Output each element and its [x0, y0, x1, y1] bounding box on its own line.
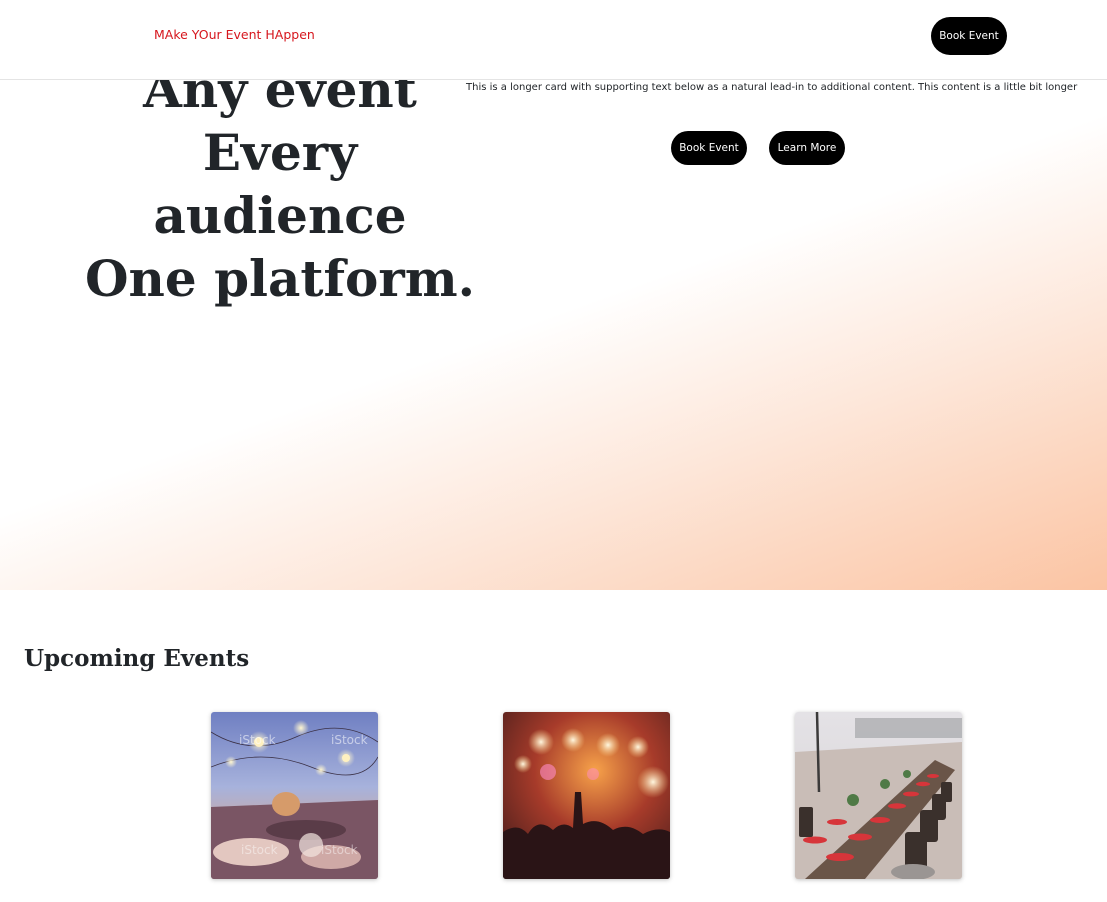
hero-section: Any event Every audience One platform. T…	[0, 0, 1107, 590]
event-card-outdoor-party[interactable]: iStock iStock iStock iStock	[211, 712, 378, 879]
svg-text:iStock: iStock	[331, 733, 368, 747]
hero-book-event-button[interactable]: Book Event	[671, 131, 747, 165]
event-card-beach-banquet[interactable]	[795, 712, 962, 879]
outdoor-party-photo: iStock iStock iStock iStock	[211, 712, 378, 879]
concert-photo	[503, 712, 670, 879]
svg-text:iStock: iStock	[321, 843, 358, 857]
hero-headline: Any event Every audience One platform.	[80, 58, 480, 310]
hero-learn-more-button[interactable]: Learn More	[769, 131, 845, 165]
brand-link[interactable]: MAke YOur Event HAppen	[154, 27, 315, 42]
svg-text:iStock: iStock	[241, 843, 278, 857]
headline-line: Every	[202, 123, 358, 182]
upcoming-events-heading: Upcoming Events	[24, 645, 250, 672]
navbar: MAke YOur Event HAppen Book Event	[0, 0, 1107, 80]
event-card-concert[interactable]	[503, 712, 670, 879]
beach-banquet-photo	[795, 712, 962, 879]
headline-line: audience	[153, 186, 407, 245]
headline-line: One platform.	[84, 249, 476, 308]
svg-text:iStock: iStock	[239, 733, 276, 747]
nav-book-event-button[interactable]: Book Event	[931, 17, 1007, 55]
hero-lead-text: This is a longer card with supporting te…	[466, 82, 1078, 93]
